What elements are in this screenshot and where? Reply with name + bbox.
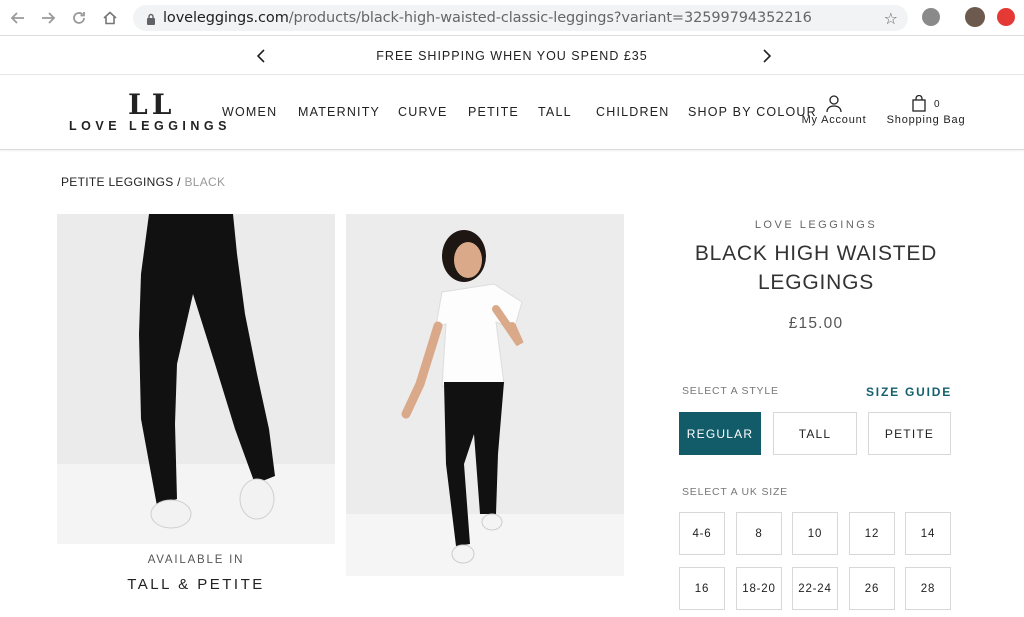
forward-icon[interactable] xyxy=(39,9,57,27)
logo-text[interactable]: LOVE LEGGINGS xyxy=(69,119,231,133)
size-guide-link[interactable]: SIZE GUIDE xyxy=(866,385,952,399)
site-header: LL LOVE LEGGINGS WOMEN MATERNITY CURVE P… xyxy=(0,76,1024,150)
product-image-legs[interactable] xyxy=(57,214,335,544)
url-text: loveleggings.com/products/black-high-wai… xyxy=(163,10,812,26)
size-option-14[interactable]: 14 xyxy=(905,512,951,555)
browser-toolbar: loveleggings.com/products/black-high-wai… xyxy=(0,0,1024,36)
product-title: BLACK HIGH WAISTED LEGGINGS xyxy=(680,239,952,297)
product-price: £15.00 xyxy=(788,315,844,332)
breadcrumb-separator: / xyxy=(177,175,181,189)
avatar[interactable] xyxy=(965,7,985,27)
size-option-18-20[interactable]: 18-20 xyxy=(736,567,782,610)
style-option-regular[interactable]: REGULAR xyxy=(679,412,761,455)
announcement-text: FREE SHIPPING WHEN YOU SPEND £35 xyxy=(376,49,648,63)
style-option-tall[interactable]: TALL xyxy=(773,412,857,455)
size-option-26[interactable]: 26 xyxy=(849,567,895,610)
extension-red-icon[interactable] xyxy=(997,8,1015,26)
promo-line-2: TALL & PETITE xyxy=(127,576,265,593)
account-label: My Account xyxy=(801,114,867,126)
nav-shop-by-colour[interactable]: SHOP BY COLOUR xyxy=(688,105,817,119)
chevron-right-icon[interactable] xyxy=(757,46,777,66)
bag-count: 0 xyxy=(934,99,941,110)
promo-line-1: AVAILABLE IN xyxy=(147,554,245,566)
logo-mark[interactable]: LL xyxy=(128,88,175,121)
size-option-12[interactable]: 12 xyxy=(849,512,895,555)
address-bar[interactable]: loveleggings.com/products/black-high-wai… xyxy=(133,5,908,31)
nav-children[interactable]: CHILDREN xyxy=(596,105,670,119)
nav-curve[interactable]: CURVE xyxy=(398,105,448,119)
style-label: SELECT A STYLE xyxy=(682,385,779,397)
product-image-model[interactable] xyxy=(346,214,624,576)
back-icon[interactable] xyxy=(9,9,27,27)
product-title-line-1: BLACK HIGH WAISTED xyxy=(694,242,938,265)
user-icon xyxy=(799,95,869,114)
breadcrumb: PETITE LEGGINGS / BLACK xyxy=(61,175,225,189)
nav-petite[interactable]: PETITE xyxy=(468,105,519,119)
breadcrumb-current: BLACK xyxy=(184,175,226,189)
style-option-petite[interactable]: PETITE xyxy=(868,412,951,455)
extension-icon[interactable] xyxy=(922,8,940,26)
size-option-10[interactable]: 10 xyxy=(792,512,838,555)
breadcrumb-parent[interactable]: PETITE LEGGINGS xyxy=(61,175,174,189)
bookmark-star-icon[interactable]: ☆ xyxy=(884,9,898,29)
product-title-line-2: LEGGINGS xyxy=(757,271,875,294)
size-option-4-6[interactable]: 4-6 xyxy=(679,512,725,555)
size-option-8[interactable]: 8 xyxy=(736,512,782,555)
account-link[interactable]: My Account xyxy=(799,95,869,126)
announcement-bar: FREE SHIPPING WHEN YOU SPEND £35 xyxy=(0,37,1024,75)
lock-icon xyxy=(146,12,156,30)
nav-tall[interactable]: TALL xyxy=(538,105,572,119)
bag-label: Shopping Bag xyxy=(886,114,966,126)
shopping-bag-link[interactable]: 0 Shopping Bag xyxy=(883,94,969,126)
reload-icon[interactable] xyxy=(70,9,88,27)
product-brand[interactable]: LOVE LEGGINGS xyxy=(680,219,952,231)
size-option-28[interactable]: 28 xyxy=(905,567,951,610)
bag-icon xyxy=(912,94,926,115)
size-label: SELECT A UK SIZE xyxy=(682,486,788,498)
home-icon[interactable] xyxy=(101,9,119,27)
nav-women[interactable]: WOMEN xyxy=(222,105,277,119)
size-option-16[interactable]: 16 xyxy=(679,567,725,610)
nav-maternity[interactable]: MATERNITY xyxy=(298,105,380,119)
size-option-22-24[interactable]: 22-24 xyxy=(792,567,838,610)
